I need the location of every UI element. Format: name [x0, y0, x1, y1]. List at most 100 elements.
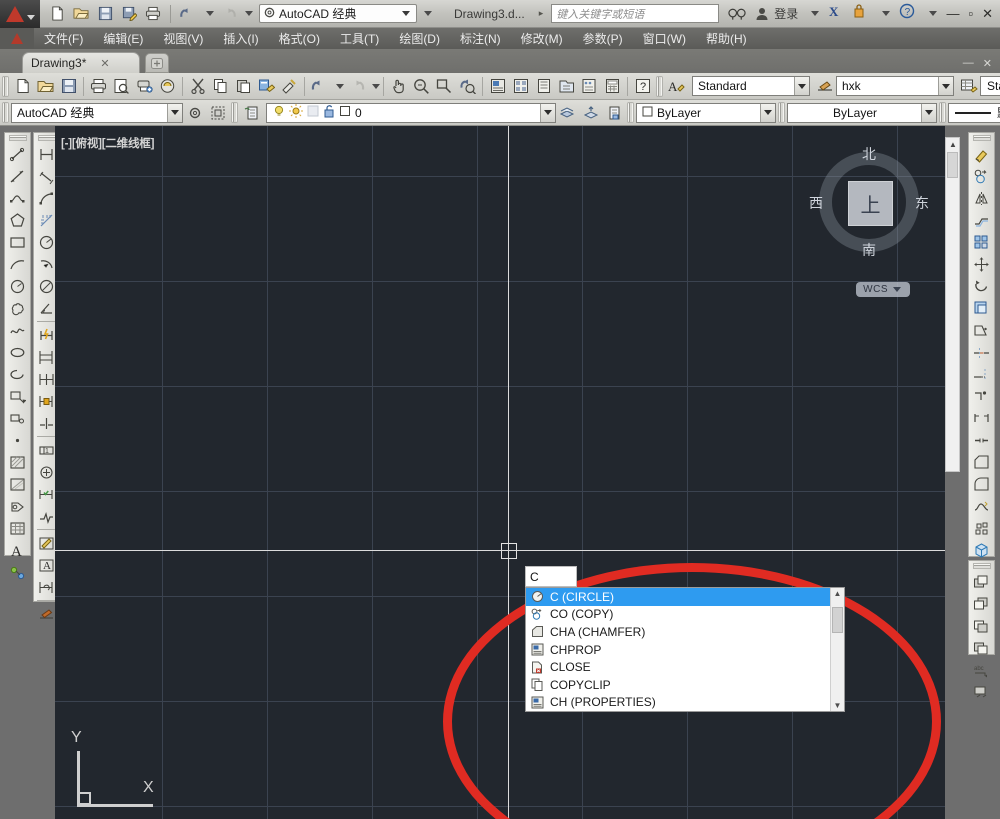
rectangle-icon[interactable] [6, 231, 29, 253]
hatch-icon[interactable] [6, 451, 29, 473]
list-item[interactable]: CH (PROPERTIES) [526, 694, 830, 712]
close-button[interactable]: ✕ [982, 7, 993, 20]
lock-ui-icon[interactable] [206, 102, 229, 124]
scale-icon[interactable] [970, 297, 993, 319]
move-icon[interactable] [970, 253, 993, 275]
xline-icon[interactable] [6, 165, 29, 187]
dim-style-icon[interactable] [813, 75, 836, 97]
3dmodel-icon[interactable] [970, 539, 993, 561]
new-tab-button[interactable] [145, 53, 169, 73]
toolbar-grip-5[interactable] [939, 102, 946, 123]
redo-dropdown-icon[interactable] [245, 11, 253, 16]
scroll-down-icon[interactable]: ▼ [834, 700, 842, 711]
chevron-down-icon[interactable] [794, 77, 809, 95]
chevron-down-icon[interactable] [921, 104, 936, 122]
3dprint-icon[interactable] [156, 75, 179, 97]
toolbar-grip[interactable] [2, 102, 9, 123]
bring-to-front-icon[interactable] [970, 571, 993, 593]
mirror-icon[interactable] [970, 187, 993, 209]
view-cube-west-label[interactable]: 西 [809, 193, 823, 213]
undo-dropdown-icon[interactable] [336, 84, 344, 89]
matchprop2-icon[interactable] [278, 75, 301, 97]
search-icon[interactable] [728, 7, 746, 21]
break-icon[interactable] [970, 407, 993, 429]
menu-item-dimension[interactable]: 标注(N) [450, 28, 511, 49]
draworder-text-icon[interactable]: abc [970, 659, 993, 681]
workspace-combo[interactable]: AutoCAD 经典 [259, 4, 417, 23]
line-icon[interactable] [6, 143, 29, 165]
minimize-button[interactable]: — [946, 7, 959, 20]
menu-item-draw[interactable]: 绘图(D) [389, 28, 450, 49]
viewport-label[interactable]: [-][俯视][二维线框] [61, 135, 154, 151]
linetype-control-combo[interactable]: ByLayer [787, 103, 937, 123]
spline-icon[interactable] [6, 319, 29, 341]
trim-icon[interactable] [970, 341, 993, 363]
exchange-dropdown-icon[interactable] [811, 11, 819, 16]
toolbar-grip-4[interactable] [778, 102, 785, 123]
canvas-vertical-scrollbar[interactable]: ▲ [945, 137, 960, 472]
list-item[interactable]: C (CIRCLE) [526, 588, 830, 606]
menu-item-modify[interactable]: 修改(M) [511, 28, 573, 49]
menu-item-insert[interactable]: 插入(I) [213, 28, 268, 49]
view-cube-east-label[interactable]: 东 [915, 193, 929, 213]
toolbar-grip[interactable] [973, 135, 991, 141]
title-expand-icon[interactable]: ▸ [539, 8, 544, 19]
layer-previous-icon[interactable] [556, 102, 579, 124]
maximize-button[interactable]: ▫ [968, 7, 973, 20]
paste-icon[interactable] [232, 75, 255, 97]
scroll-up-icon[interactable]: ▲ [834, 588, 842, 599]
help-icon[interactable]: ? [899, 3, 915, 24]
redo-dropdown-icon[interactable] [372, 84, 380, 89]
new-icon[interactable] [46, 3, 68, 25]
dynamic-input-field[interactable]: C [525, 566, 577, 587]
undo-icon[interactable] [308, 75, 331, 97]
undo-icon[interactable] [177, 3, 199, 25]
menu-item-file[interactable]: 文件(F) [34, 28, 93, 49]
wcs-selector[interactable]: WCS [856, 282, 910, 297]
zoom-window-icon[interactable] [433, 75, 456, 97]
break-at-point-icon[interactable] [970, 385, 993, 407]
join-icon[interactable] [970, 429, 993, 451]
redo-icon[interactable] [216, 3, 238, 25]
application-menu-button[interactable] [0, 0, 40, 28]
text-style-icon[interactable]: A [665, 75, 688, 97]
list-item[interactable]: CLOSE [526, 658, 830, 676]
view-cube-south-label[interactable]: 南 [862, 240, 876, 260]
calculator-icon[interactable] [601, 75, 624, 97]
table-style-value[interactable]: Standard [980, 76, 1000, 96]
save-icon[interactable] [57, 75, 80, 97]
table-style-icon[interactable] [957, 75, 980, 97]
layer-make-current-icon[interactable] [579, 102, 602, 124]
fillet-icon[interactable] [970, 473, 993, 495]
chevron-down-icon[interactable] [893, 287, 901, 292]
plot-preview-icon[interactable] [110, 75, 133, 97]
freeze-icon[interactable] [306, 104, 320, 121]
scrollbar-thumb[interactable] [947, 152, 958, 178]
add-selected-icon[interactable] [6, 561, 29, 583]
toolbar-grip[interactable] [2, 76, 9, 97]
zoom-previous-icon[interactable] [456, 75, 479, 97]
security-icon[interactable] [852, 4, 868, 23]
exchange-icon[interactable]: X [828, 4, 843, 23]
help-icon[interactable]: ? [631, 75, 654, 97]
copy-icon[interactable] [209, 75, 232, 97]
autocomplete-scrollbar[interactable]: ▲ ▼ [830, 588, 844, 711]
copy-icon[interactable] [970, 165, 993, 187]
plot-icon[interactable] [87, 75, 110, 97]
designcenter-icon[interactable] [509, 75, 532, 97]
mtext-icon[interactable]: A [6, 539, 29, 561]
workspace-switch-combo[interactable]: AutoCAD 经典 [11, 103, 183, 123]
view-cube-top-face[interactable]: 上 [848, 181, 893, 226]
stretch-icon[interactable] [970, 319, 993, 341]
ellipse-arc-icon[interactable] [6, 363, 29, 385]
ellipse-icon[interactable] [6, 341, 29, 363]
toolbar-grip[interactable] [38, 135, 56, 141]
chevron-down-icon[interactable] [540, 104, 555, 122]
menu-item-view[interactable]: 视图(V) [153, 28, 213, 49]
table-icon[interactable] [6, 517, 29, 539]
sun-icon[interactable] [289, 104, 303, 121]
menu-item-edit[interactable]: 编辑(E) [93, 28, 153, 49]
workspace-more-icon[interactable] [424, 11, 432, 16]
restore-doc-button[interactable]: — [963, 57, 974, 70]
lightbulb-icon[interactable] [272, 104, 286, 121]
